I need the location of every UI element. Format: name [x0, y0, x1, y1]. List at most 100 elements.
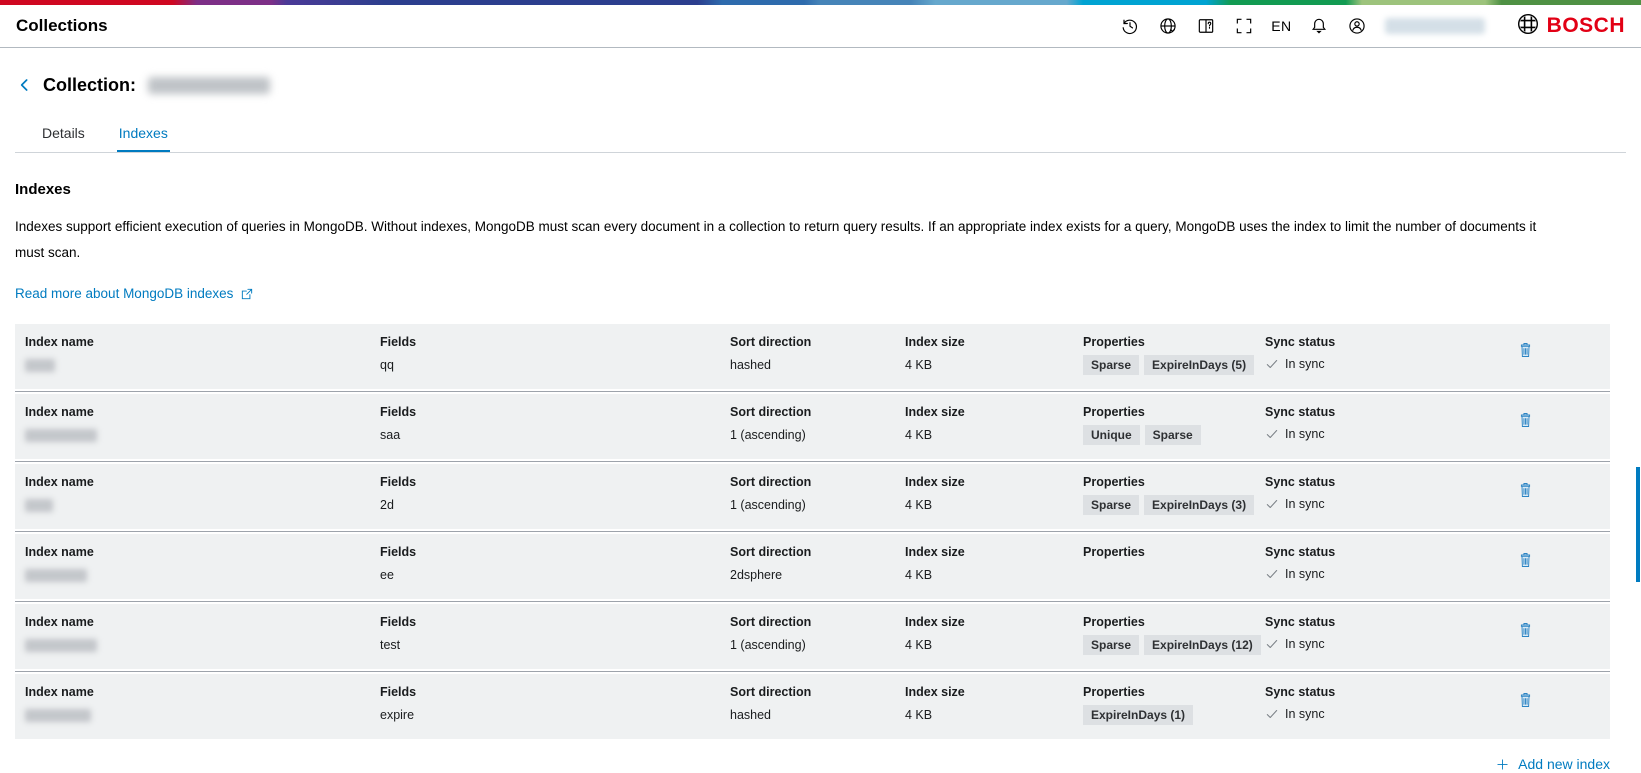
scrollbar-thumb[interactable] — [1636, 467, 1640, 582]
cell-actions — [1440, 615, 1610, 655]
tab-bar: Details Indexes — [40, 119, 1626, 152]
property-badge: Sparse — [1145, 425, 1201, 445]
property-badge: Unique — [1083, 425, 1140, 445]
properties-list: SparseExpireInDays (12) — [1083, 635, 1265, 655]
index-size-value: 4 KB — [905, 428, 1083, 442]
language-selector[interactable]: EN — [1271, 18, 1291, 34]
index-name-label: Index name — [25, 335, 380, 349]
tab-details[interactable]: Details — [40, 119, 87, 152]
index-size-label: Index size — [905, 545, 1083, 559]
property-badge: ExpireInDays (3) — [1144, 495, 1254, 515]
breadcrumb: Collection: — [15, 73, 1626, 97]
delete-index-button[interactable] — [1517, 339, 1534, 364]
check-icon — [1265, 357, 1279, 371]
fields-value: ee — [380, 568, 730, 582]
delete-index-button[interactable] — [1517, 619, 1534, 644]
notifications-bell-icon[interactable] — [1309, 16, 1330, 37]
fields-label: Fields — [380, 405, 730, 419]
sort-direction-value: hashed — [730, 708, 905, 722]
index-size-label: Index size — [905, 405, 1083, 419]
cell-actions — [1440, 685, 1610, 725]
delete-index-button[interactable] — [1517, 409, 1534, 434]
cell-actions — [1440, 475, 1610, 515]
cell-fields: Fields expire — [380, 685, 730, 725]
add-row: Add new index — [15, 756, 1610, 772]
index-name-label: Index name — [25, 615, 380, 629]
bosch-symbol-icon — [1516, 12, 1540, 41]
index-size-label: Index size — [905, 685, 1083, 699]
sync-status-value: In sync — [1285, 707, 1325, 721]
trash-icon — [1517, 549, 1534, 571]
sort-direction-value: 1 (ascending) — [730, 638, 905, 652]
trash-icon — [1517, 409, 1534, 431]
fields-value: test — [380, 638, 730, 652]
fields-label: Fields — [380, 335, 730, 349]
check-icon — [1265, 637, 1279, 651]
index-table-row: Index name Fields saa Sort direction 1 (… — [15, 394, 1610, 459]
property-badge: Sparse — [1083, 495, 1139, 515]
row-separator — [15, 389, 1610, 394]
index-size-label: Index size — [905, 475, 1083, 489]
add-new-index-button[interactable]: Add new index — [1495, 756, 1610, 772]
properties-label: Properties — [1083, 405, 1265, 419]
check-icon — [1265, 567, 1279, 581]
index-table-row: Index name Fields ee Sort direction 2dsp… — [15, 534, 1610, 599]
plus-icon — [1495, 757, 1510, 772]
sort-direction-label: Sort direction — [730, 405, 905, 419]
globe-language-icon[interactable] — [1157, 16, 1178, 37]
fields-value: saa — [380, 428, 730, 442]
index-name-redacted — [25, 569, 87, 582]
index-name-redacted — [25, 429, 97, 442]
properties-label: Properties — [1083, 685, 1265, 699]
back-chevron-icon[interactable] — [15, 75, 35, 95]
cell-actions — [1440, 545, 1610, 582]
trash-icon — [1517, 619, 1534, 641]
cell-sort-direction: Sort direction 1 (ascending) — [730, 405, 905, 445]
index-size-label: Index size — [905, 615, 1083, 629]
index-size-value: 4 KB — [905, 638, 1083, 652]
section-description: Indexes support efficient execution of q… — [15, 214, 1545, 266]
sync-status-label: Sync status — [1265, 335, 1440, 349]
cell-index-name: Index name — [25, 615, 380, 655]
row-separator — [15, 459, 1610, 464]
collection-title-label: Collection: — [43, 75, 136, 96]
delete-index-button[interactable] — [1517, 549, 1534, 574]
cell-sort-direction: Sort direction 1 (ascending) — [730, 475, 905, 515]
cell-index-size: Index size 4 KB — [905, 685, 1083, 725]
cell-fields: Fields ee — [380, 545, 730, 582]
cell-properties: Properties SparseExpireInDays (12) — [1083, 615, 1265, 655]
cell-index-name: Index name — [25, 545, 380, 582]
fields-value: 2d — [380, 498, 730, 512]
cell-properties: Properties — [1083, 545, 1265, 582]
index-name-redacted — [25, 639, 97, 652]
add-new-index-label: Add new index — [1518, 756, 1610, 772]
cell-properties: Properties SparseExpireInDays (3) — [1083, 475, 1265, 515]
tab-indexes[interactable]: Indexes — [117, 119, 170, 152]
property-badge: ExpireInDays (1) — [1083, 705, 1193, 725]
index-name-redacted — [25, 359, 55, 372]
fullscreen-icon[interactable] — [1233, 16, 1254, 37]
sort-direction-value: 1 (ascending) — [730, 428, 905, 442]
property-badge: ExpireInDays (5) — [1144, 355, 1254, 375]
properties-label: Properties — [1083, 335, 1265, 349]
user-account-icon[interactable] — [1347, 16, 1368, 37]
check-icon — [1265, 427, 1279, 441]
index-size-value: 4 KB — [905, 708, 1083, 722]
properties-list: UniqueSparse — [1083, 425, 1265, 445]
index-table-row: Index name Fields qq Sort direction hash… — [15, 324, 1610, 389]
history-icon[interactable] — [1119, 16, 1140, 37]
help-documentation-icon[interactable] — [1195, 16, 1216, 37]
index-table-body: Index name Fields qq Sort direction hash… — [15, 324, 1610, 739]
cell-sort-direction: Sort direction hashed — [730, 685, 905, 725]
cell-sync-status: Sync status In sync — [1265, 685, 1440, 725]
properties-list: ExpireInDays (1) — [1083, 705, 1265, 725]
fields-label: Fields — [380, 685, 730, 699]
trash-icon — [1517, 689, 1534, 711]
cell-index-size: Index size 4 KB — [905, 335, 1083, 375]
index-name-label: Index name — [25, 545, 380, 559]
read-more-link[interactable]: Read more about MongoDB indexes — [15, 286, 254, 301]
delete-index-button[interactable] — [1517, 689, 1534, 714]
index-name-label: Index name — [25, 405, 380, 419]
delete-index-button[interactable] — [1517, 479, 1534, 504]
sync-status-value: In sync — [1285, 567, 1325, 581]
